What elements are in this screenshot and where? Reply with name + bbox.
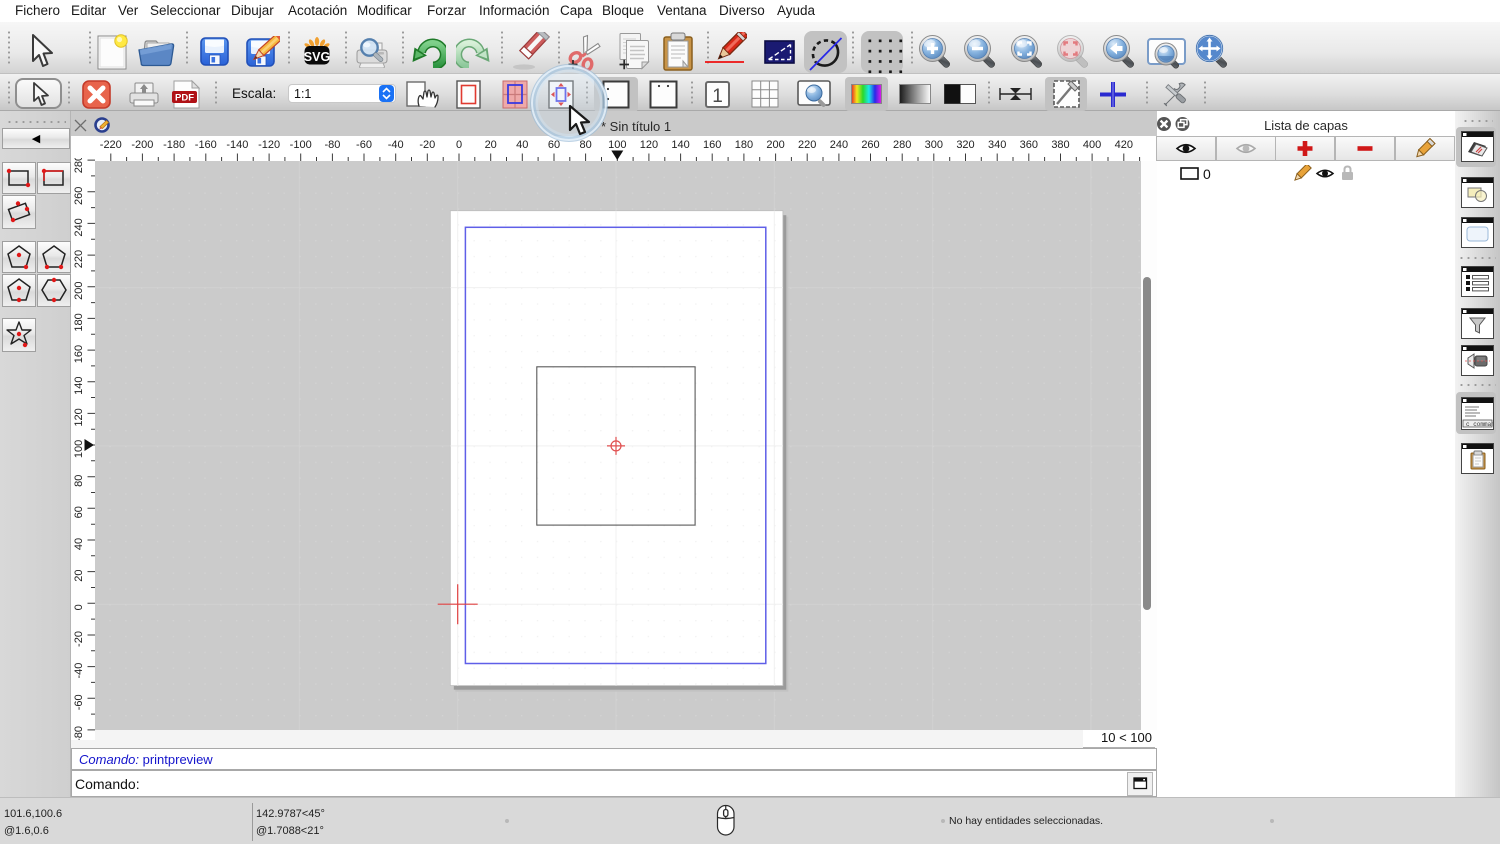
svg-text:140: 140 [73,377,85,395]
svg-text:PDF: PDF [175,93,194,104]
svg-text:0: 0 [73,604,85,610]
svg-text:-80: -80 [73,726,85,740]
svg-text:200: 200 [73,282,85,300]
svg-text:120: 120 [73,408,85,426]
svg-text:-20: -20 [419,139,435,151]
svg-text:100: 100 [608,139,626,151]
svg-text:-140: -140 [226,139,248,151]
svg-text:180: 180 [735,139,753,151]
svg-text:1: 1 [712,86,723,107]
svg-text:-40: -40 [388,139,404,151]
svg-text:420: 420 [1115,139,1133,151]
svg-text:-120: -120 [258,139,280,151]
svg-text:-60: -60 [73,694,85,710]
svg-text:200: 200 [766,139,784,151]
svg-text:120: 120 [640,139,658,151]
svg-text:280: 280 [893,139,911,151]
svg-text:-80: -80 [324,139,340,151]
svg-text:-20: -20 [73,631,85,647]
svg-text:180: 180 [73,313,85,331]
svg-text:80: 80 [579,139,591,151]
svg-text:-60: -60 [356,139,372,151]
svg-text:300: 300 [925,139,943,151]
svg-text:220: 220 [798,139,816,151]
svg-text:260: 260 [73,187,85,205]
svg-text:340: 340 [988,139,1006,151]
svg-text:c command: c command [1466,421,1493,428]
svg-text:-160: -160 [195,139,217,151]
svg-text:-200: -200 [131,139,153,151]
svg-text:20: 20 [485,139,497,151]
svg-text:280: 280 [73,158,85,173]
svg-text:220: 220 [73,250,85,268]
svg-text:140: 140 [671,139,689,151]
svg-text:-220: -220 [100,139,122,151]
svg-text:-40: -40 [73,663,85,679]
svg-text:360: 360 [1020,139,1038,151]
svg-text:20: 20 [73,569,85,581]
svg-text:380: 380 [1051,139,1069,151]
svg-text:100: 100 [73,440,85,458]
svg-text:40: 40 [73,538,85,550]
svg-text:-100: -100 [290,139,312,151]
svg-text:160: 160 [73,345,85,363]
svg-text:-180: -180 [163,139,185,151]
svg-text:0: 0 [456,139,462,151]
svg-text:320: 320 [956,139,974,151]
svg-text:260: 260 [861,139,879,151]
svg-text:80: 80 [73,475,85,487]
svg-text:60: 60 [73,506,85,518]
svg-text:240: 240 [73,218,85,236]
svg-text:60: 60 [548,139,560,151]
svg-text:400: 400 [1083,139,1101,151]
svg-text:SVG: SVG [304,50,330,64]
svg-text:160: 160 [703,139,721,151]
svg-text:40: 40 [516,139,528,151]
svg-text:240: 240 [830,139,848,151]
